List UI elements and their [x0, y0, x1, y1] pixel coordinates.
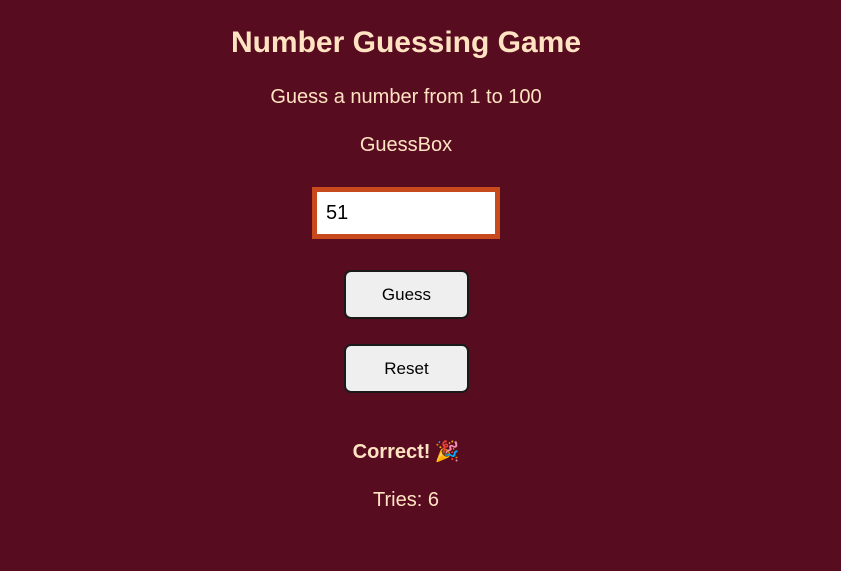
game-page: Number Guessing Game Guess a number from…	[0, 0, 841, 571]
page-title: Number Guessing Game	[230, 26, 582, 59]
result-text: Correct!	[352, 441, 431, 463]
instructions-text: Guess a number from 1 to 100	[270, 86, 542, 108]
guess-input-label: GuessBox	[359, 134, 453, 156]
reset-button[interactable]: Reset	[344, 344, 469, 393]
guess-button[interactable]: Guess	[344, 270, 469, 319]
guess-input[interactable]	[312, 187, 500, 239]
tries-counter: Tries: 6	[373, 489, 439, 511]
party-popper-icon: 🎉	[434, 441, 460, 463]
result-message: Correct! 🎉	[353, 440, 460, 464]
